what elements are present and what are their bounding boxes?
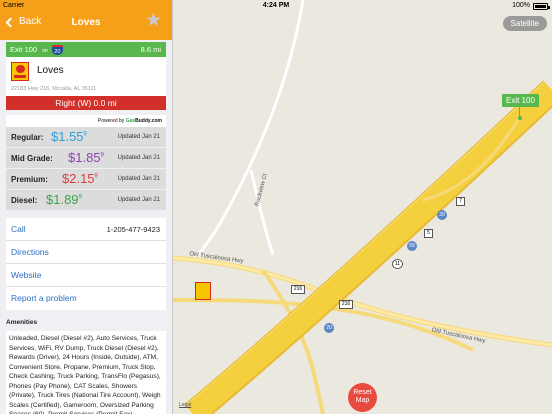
route-11-shield-icon: 11	[392, 259, 403, 269]
price-amount: $1.55	[51, 129, 84, 144]
exit-label: Exit 100	[10, 45, 38, 54]
status-time: 4:24 PM	[262, 2, 290, 9]
powered-by-prefix: Powered by	[97, 118, 125, 124]
price-label: Premium:	[11, 175, 48, 184]
map-view[interactable]: Old Tuscaloosa Hwy Old Tuscaloosa Hwy Ro…	[173, 0, 552, 414]
route-7-shield-icon: 7	[456, 197, 465, 206]
phone-number: 1-205-477-9423	[106, 225, 160, 234]
exit-callout[interactable]: Exit 100	[502, 94, 539, 116]
directions-button[interactable]: Directions	[6, 241, 166, 264]
price-value: $1.559	[51, 129, 87, 144]
status-bar: Carrier 4:24 PM 100%	[0, 0, 552, 12]
interstate-shield-icon: 20	[51, 45, 63, 56]
price-label: Diesel:	[11, 196, 38, 205]
action-list: Call 1-205-477-9423 Directions Website R…	[6, 218, 166, 310]
price-tenths: 9	[83, 131, 87, 138]
price-tenths: 9	[94, 173, 98, 180]
price-value: $1.899	[46, 192, 82, 207]
gasbuddy-brand-b: Buddy	[135, 118, 151, 124]
price-amount: $1.89	[46, 192, 79, 207]
price-row-premium[interactable]: Premium: $2.159 Updated Jan 21	[6, 169, 166, 190]
favorite-star-icon[interactable]: ★	[145, 11, 162, 30]
station-name: Loves	[37, 65, 64, 76]
station-card: Loves 22183 Hwy 216, Mccalla, AL 35111	[6, 57, 166, 96]
amenities-title: Amenities	[6, 319, 38, 326]
amenities-text: Unleaded, Diesel (Diesel #2), Auto Servi…	[6, 331, 166, 414]
legal-link[interactable]: Legal	[179, 402, 191, 408]
price-list: Regular: $1.559 Updated Jan 21 Mid Grade…	[6, 127, 166, 211]
price-value: $1.859	[68, 150, 104, 165]
call-label: Call	[11, 224, 26, 234]
price-label: Mid Grade:	[11, 154, 53, 163]
gasbuddy-brand-a: Gas	[125, 118, 136, 124]
interstate-20-shield-icon: 20	[437, 210, 447, 220]
price-row-regular[interactable]: Regular: $1.559 Updated Jan 21	[6, 127, 166, 148]
battery-icon	[533, 3, 550, 10]
station-detail-panel: Back Loves ★ Exit 100 on 20 8.6 mi Loves…	[0, 0, 173, 414]
exit-info-bar: Exit 100 on 20 8.6 mi	[6, 42, 166, 57]
price-amount: $1.85	[68, 150, 101, 165]
exit-distance: 8.6 mi	[140, 45, 161, 54]
station-address: 22183 Hwy 216, Mccalla, AL 35111	[11, 86, 97, 92]
direction-bar: Right (W) 0.0 mi	[6, 96, 166, 110]
call-button[interactable]: Call 1-205-477-9423	[6, 218, 166, 241]
report-problem-button[interactable]: Report a problem	[6, 287, 166, 310]
loves-logo-icon	[11, 62, 29, 81]
route-216-shield-2-icon: 216	[339, 300, 353, 309]
price-label: Regular:	[11, 133, 44, 142]
price-updated: Updated Jan 21	[117, 176, 160, 182]
price-updated: Updated Jan 21	[117, 155, 160, 161]
satellite-button[interactable]: Satellite	[502, 16, 547, 31]
gasbuddy-brand-c: .com	[150, 118, 162, 124]
station-map-pin-icon[interactable]	[195, 282, 211, 300]
route-216-shield-icon: 216	[291, 285, 305, 294]
price-row-midgrade[interactable]: Mid Grade: $1.859 Updated Jan 21	[6, 148, 166, 169]
price-row-diesel[interactable]: Diesel: $1.899 Updated Jan 21	[6, 190, 166, 211]
price-value: $2.159	[62, 171, 98, 186]
gasbuddy-logo: GasBuddy.com	[126, 118, 162, 124]
route-5-shield-icon: 5	[424, 229, 433, 238]
price-updated: Updated Jan 21	[117, 134, 160, 140]
reset-map-button[interactable]: Reset Map	[348, 383, 377, 412]
battery-percent: 100%	[512, 2, 530, 9]
powered-by-gasbuddy: Powered by GasBuddy.com	[6, 115, 166, 127]
price-amount: $2.15	[62, 171, 95, 186]
map-roads	[173, 0, 552, 414]
price-tenths: 9	[100, 152, 104, 159]
website-button[interactable]: Website	[6, 264, 166, 287]
reset-map-label: Reset Map	[353, 389, 372, 404]
price-updated: Updated Jan 21	[117, 197, 160, 203]
price-tenths: 9	[78, 194, 82, 201]
interstate-59-shield-icon: 59	[407, 241, 417, 251]
exit-on-text: on	[42, 48, 48, 54]
interstate-20-shield-lower-icon: 20	[324, 323, 334, 333]
